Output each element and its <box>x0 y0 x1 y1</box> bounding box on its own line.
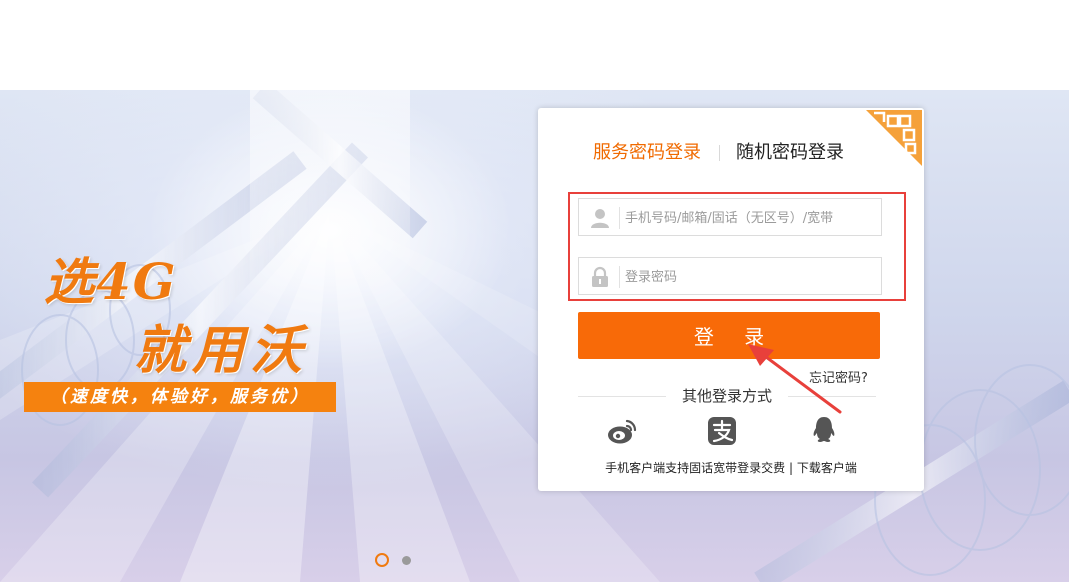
footer-client-text: 手机客户端支持固话宽带登录交费 <box>605 461 786 475</box>
tab-divider <box>719 145 720 161</box>
login-button[interactable]: 登 录 <box>578 312 880 359</box>
slogan-line-2: 就用沃 <box>134 320 309 381</box>
tab-service-password[interactable]: 服务密码登录 <box>593 140 701 166</box>
login-tabs: 服务密码登录 随机密码登录 <box>538 140 924 166</box>
user-icon <box>591 209 609 228</box>
carousel-indicators <box>375 552 425 568</box>
field-divider <box>619 207 620 229</box>
carousel-dot-active[interactable] <box>375 553 389 567</box>
slogan-block: 选4G 就用沃 （速度快，体验好，服务优） <box>24 240 354 415</box>
slogan-line-1: 选4G <box>44 252 178 311</box>
other-login-divider: 其他登录方式 <box>578 386 876 406</box>
password-input[interactable] <box>625 264 875 290</box>
username-input[interactable] <box>625 205 875 231</box>
slogan-tagline: （速度快，体验好，服务优） <box>24 382 336 412</box>
top-header-bar <box>0 0 1069 90</box>
divider-line-right <box>788 396 876 397</box>
footer-separator: | <box>785 461 797 475</box>
footer-note: 手机客户端支持固话宽带登录交费 | 下载客户端 <box>538 460 924 476</box>
weibo-icon[interactable] <box>606 415 638 447</box>
password-field <box>578 257 882 295</box>
download-client-link[interactable]: 下载客户端 <box>797 461 857 475</box>
tab-random-password[interactable]: 随机密码登录 <box>736 140 844 166</box>
login-panel: 服务密码登录 随机密码登录 登 录 忘记密码? 其他登录方式 <box>538 108 924 491</box>
field-divider <box>619 266 620 288</box>
carousel-dot[interactable] <box>402 556 411 565</box>
alipay-icon[interactable] <box>706 415 738 447</box>
qq-icon[interactable] <box>808 415 840 447</box>
lock-icon <box>592 266 608 287</box>
username-field <box>578 198 882 236</box>
forgot-password-link[interactable]: 忘记密码? <box>809 367 868 386</box>
